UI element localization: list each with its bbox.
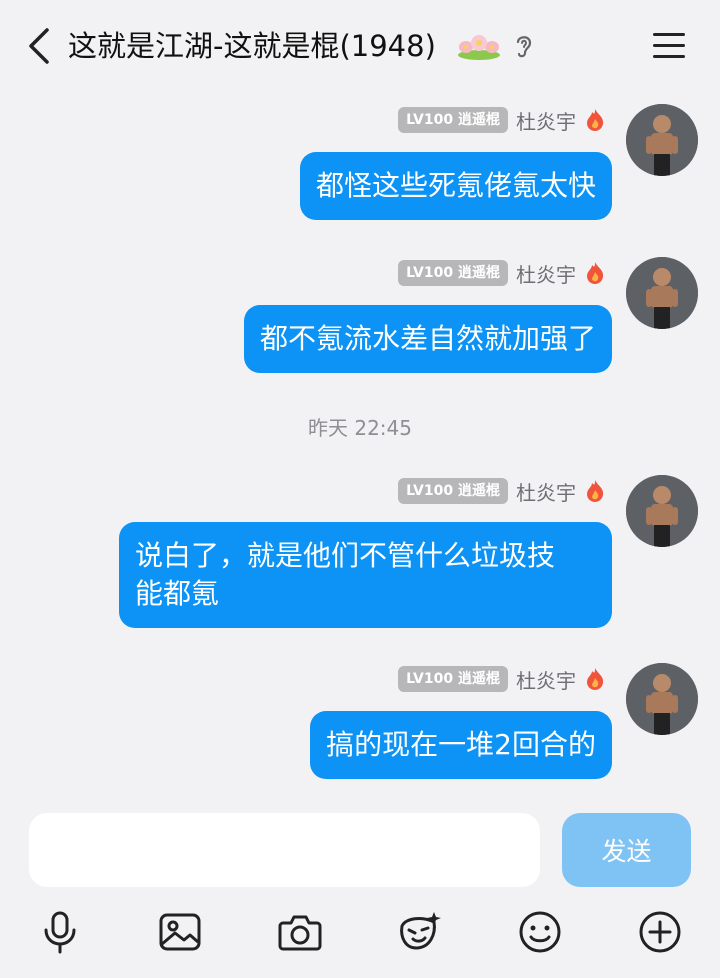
camera-icon[interactable] [276,908,324,956]
fire-icon [587,480,604,502]
message-item: LV100 逍遥棍 杜炎宇 都不氪流水差自然就加强了 [0,257,720,381]
avatar[interactable] [626,104,698,176]
fire-icon [587,668,604,690]
chat-title[interactable]: 这就是江湖-这就是棍(1948) [68,26,436,66]
level-badge: LV100 逍遥棍 [398,666,508,692]
level-badge: LV100 逍遥棍 [398,107,508,133]
message-line: 说白了，就是他们不管什么垃圾技 [135,539,556,572]
message-bubble[interactable]: 都不氪流水差自然就加强了 [243,305,612,373]
plus-circle-icon[interactable] [636,908,684,956]
avatar[interactable] [626,475,698,547]
level-badge: LV100 逍遥棍 [398,260,508,286]
message-bubble[interactable]: 说白了，就是他们不管什么垃圾技 能都氪 [119,522,612,628]
image-icon[interactable] [156,908,204,956]
message-bubble[interactable]: 搞的现在一堆2回合的 [310,711,612,779]
message-item: LV100 逍遥棍 杜炎宇 说白了，就是他们不管什么垃圾技 能都氪 [0,475,720,635]
sender-meta: LV100 逍遥棍 杜炎宇 [398,477,606,505]
avatar[interactable] [626,257,698,329]
message-bubble[interactable]: 都怪这些死氪佬氪太快 [299,152,612,220]
sender-nickname[interactable]: 杜炎宇 [516,259,576,288]
avatar[interactable] [626,663,698,735]
menu-button[interactable] [650,28,690,64]
mic-icon[interactable] [36,908,84,956]
sender-meta: LV100 逍遥棍 杜炎宇 [398,259,606,287]
sender-nickname[interactable]: 杜炎宇 [516,665,576,694]
message-timestamp: 昨天 22:45 [308,416,412,440]
fire-icon [587,262,604,284]
sender-nickname[interactable]: 杜炎宇 [516,106,576,135]
chat-header: 这就是江湖-这就是棍(1948) [0,0,720,92]
lotus-flower-icon [458,35,500,60]
hamburger-menu-icon [653,33,685,36]
message-item: LV100 逍遥棍 杜炎宇 搞的现在一堆2回合的 [0,663,720,787]
message-item: LV100 逍遥棍 杜炎宇 都怪这些死氪佬氪太快 [0,104,720,228]
back-button[interactable] [22,26,56,66]
ear-icon [516,36,532,58]
level-badge: LV100 逍遥棍 [398,478,508,504]
emoji-icon[interactable] [516,908,564,956]
message-input[interactable] [29,813,540,887]
message-line: 能都氪 [135,577,220,610]
chevron-left-icon [29,28,49,64]
sender-nickname[interactable]: 杜炎宇 [516,477,576,506]
sender-meta: LV100 逍遥棍 杜炎宇 [398,665,606,693]
fire-icon [587,109,604,131]
sticker-face-icon[interactable] [396,908,444,956]
sender-meta: LV100 逍遥棍 杜炎宇 [398,106,606,134]
send-button[interactable]: 发送 [562,813,691,887]
